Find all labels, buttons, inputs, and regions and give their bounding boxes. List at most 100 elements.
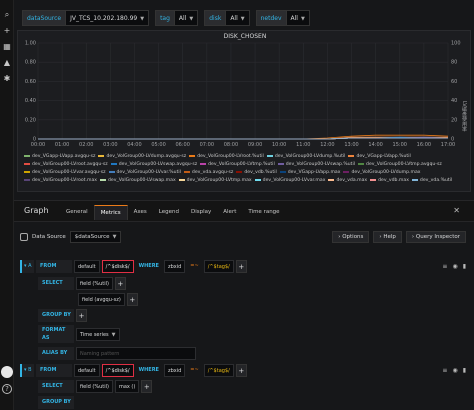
legend-item[interactable]: dev_VolGroup00-LVvar.max xyxy=(254,177,325,185)
legend-item[interactable]: dev_VGapp-LVapp.max xyxy=(279,169,340,177)
legend-label: dev_VGapp-LVapp.avgqu-sz xyxy=(32,154,96,159)
legend-label: dev_VolGroup00-LVvar.avgqu-sz xyxy=(32,170,106,175)
where-tag-key[interactable]: zbxid xyxy=(163,260,186,273)
editor-title: Graph xyxy=(24,206,49,215)
add-where-button[interactable]: + xyxy=(235,260,247,273)
trash-icon[interactable]: ▮ xyxy=(463,367,466,374)
tab-time-range[interactable]: Time range xyxy=(242,205,285,220)
legend-label: dev_VolGroup00-LVswap.avgqu-sz xyxy=(118,162,198,167)
query-a-from-row: ▾ A FROM default /^$disk$/ WHERE zbxid =… xyxy=(20,260,466,273)
eye-icon[interactable]: ◉ xyxy=(452,367,457,374)
legend-swatch xyxy=(328,178,335,181)
tab-display[interactable]: Display xyxy=(185,205,217,220)
where-operator[interactable]: =~ xyxy=(187,260,201,273)
tab-legend[interactable]: Legend xyxy=(153,205,185,220)
variable-label-disk: disk xyxy=(204,10,227,26)
legend-item[interactable]: dev_VGapp-LVapp.avgqu-sz xyxy=(24,153,95,161)
select-field-avgqu[interactable]: field (avgqu-sz) xyxy=(78,293,125,306)
legend-item[interactable]: dev_VolGroup00-LVroot.avgqu-sz xyxy=(24,161,108,169)
tab-metrics[interactable]: Metrics xyxy=(93,205,128,220)
measurement-segment[interactable]: /^$disk$/ xyxy=(101,364,134,377)
trash-icon[interactable]: ▮ xyxy=(463,263,466,270)
alias-input[interactable]: Naming pattern xyxy=(76,347,196,360)
legend-swatch xyxy=(98,154,105,157)
add-select-button[interactable]: + xyxy=(114,277,126,290)
format-as-select[interactable]: Time series ▼ xyxy=(76,327,120,341)
variable-select-datasource[interactable]: JV_TCS_10.202.180.99 ▼ xyxy=(66,10,150,26)
add-select-button[interactable]: + xyxy=(126,293,138,306)
legend-item[interactable]: dev_VolGroup00-LVswap.avgqu-sz xyxy=(110,161,198,169)
legend-item[interactable]: dev_vda.max xyxy=(328,177,367,185)
help-button[interactable]: › Help xyxy=(373,231,402,243)
variable-select-disk[interactable]: All ▼ xyxy=(226,10,250,26)
add-select-button[interactable]: + xyxy=(141,380,153,393)
select-keyword: SELECT xyxy=(38,380,74,393)
tab-axes[interactable]: Axes xyxy=(128,205,153,220)
select-field-util[interactable]: field (%util) xyxy=(76,277,113,290)
legend-swatch xyxy=(24,170,30,173)
legend-item[interactable]: dev_vdb.max xyxy=(370,177,409,185)
tab-general[interactable]: General xyxy=(60,205,94,220)
legend-label: dev_VGapp-LVapp.%util xyxy=(356,154,411,159)
legend-item[interactable]: dev_vda.avgqu-sz xyxy=(183,169,233,177)
dashboards-grid-icon[interactable]: ▦ xyxy=(2,42,12,52)
where-tag-value[interactable]: /^$tag$/ xyxy=(203,260,234,273)
x-tick-label: 17:00 xyxy=(441,142,455,148)
tab-alert[interactable]: Alert xyxy=(217,205,242,220)
panel-title[interactable]: DISK_CHOSEN xyxy=(18,33,472,40)
y-tick-label-left: 0.60 xyxy=(25,79,36,85)
user-avatar[interactable] xyxy=(1,366,13,378)
x-tick-label: 07:00 xyxy=(200,142,214,148)
legend-label: dev_VolGroup00-LVtmp.avgqu-sz xyxy=(366,162,442,167)
variable-select-netdev[interactable]: All ▼ xyxy=(286,10,310,26)
query-inspector-button[interactable]: › Query Inspector xyxy=(405,231,466,243)
plus-icon[interactable]: + xyxy=(2,26,12,36)
measurement-segment[interactable]: /^$disk$/ xyxy=(101,260,134,273)
where-tag-value[interactable]: /^$tag$/ xyxy=(203,364,234,377)
legend-swatch xyxy=(110,162,117,165)
legend-item[interactable]: dev_VolGroup00-LVdump.max xyxy=(343,169,421,177)
datasource-select[interactable]: $dataSource ▼ xyxy=(69,231,122,243)
x-tick-label: 04:00 xyxy=(127,142,141,148)
retention-policy-segment[interactable]: default xyxy=(74,260,100,273)
hamburger-icon[interactable]: ≡ xyxy=(442,367,447,374)
legend-item[interactable]: dev_VolGroup00-LVdump.avgqu-sz xyxy=(98,153,186,161)
select-function-max[interactable]: max () xyxy=(114,380,140,393)
grafana-app: ⌕ + ▦ ▲ ✱ ? dataSource JV_TCS_10.202.180… xyxy=(0,0,474,410)
close-icon[interactable]: ✕ xyxy=(453,206,460,215)
legend-label: dev_VolGroup00-LVroot.max xyxy=(32,178,97,183)
add-group-by-button[interactable]: + xyxy=(76,309,87,322)
legend-label: dev_VolGroup00-LVroot.%util xyxy=(197,154,264,159)
legend-item[interactable]: dev_vdb.%util xyxy=(236,169,277,177)
eye-icon[interactable]: ◉ xyxy=(452,263,457,270)
legend-item[interactable]: dev_VolGroup00-LVtmp.max xyxy=(178,177,252,185)
legend-item[interactable]: dev_VolGroup00-LVroot.max xyxy=(24,177,97,185)
legend-swatch xyxy=(348,154,355,157)
legend-item[interactable]: dev_VolGroup00-LVvar.%util xyxy=(108,169,181,177)
legend-item[interactable]: dev_VolGroup00-LVswap.max xyxy=(100,177,176,185)
options-button[interactable]: › Options xyxy=(332,231,370,243)
legend-item[interactable]: dev_VolGroup00-LVdump.%util xyxy=(266,153,345,161)
legend-item[interactable]: dev_VolGroup00-LVtmp.avgqu-sz xyxy=(358,161,442,169)
select-field-util[interactable]: field (%util) xyxy=(76,380,113,393)
legend-item[interactable]: dev_VolGroup00-LVtmp.%util xyxy=(200,161,275,169)
query-ref-a[interactable]: ▾ A xyxy=(20,260,34,273)
legend-item[interactable]: dev_VolGroup00-LVswap.%util xyxy=(277,161,355,169)
retention-policy-segment[interactable]: default xyxy=(74,364,100,377)
legend-swatch xyxy=(266,154,273,157)
search-icon[interactable]: ⌕ xyxy=(2,10,12,20)
legend-item[interactable]: dev_vda.%util xyxy=(411,177,452,185)
legend-item[interactable]: dev_VolGroup00-LVvar.avgqu-sz xyxy=(24,169,106,177)
variable-select-tag[interactable]: All ▼ xyxy=(174,10,199,26)
gear-icon[interactable]: ✱ xyxy=(2,74,12,84)
where-tag-key[interactable]: zbxid xyxy=(163,364,186,377)
hamburger-icon[interactable]: ≡ xyxy=(442,263,447,270)
query-ref-b[interactable]: ▾ B xyxy=(20,364,34,377)
legend-item[interactable]: dev_VolGroup00-LVroot.%util xyxy=(189,153,264,161)
alert-bell-icon[interactable]: ▲ xyxy=(2,58,12,68)
help-icon[interactable]: ? xyxy=(2,384,12,394)
where-operator[interactable]: =~ xyxy=(187,364,201,377)
add-where-button[interactable]: + xyxy=(235,364,247,377)
legend-item[interactable]: dev_VGapp-LVapp.%util xyxy=(348,153,411,161)
legend-swatch xyxy=(100,178,106,181)
